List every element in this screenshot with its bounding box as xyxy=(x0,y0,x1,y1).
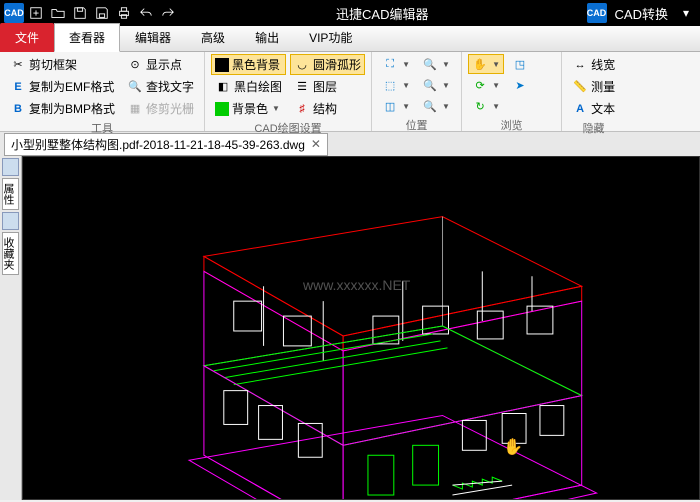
tab-editor[interactable]: 编辑器 xyxy=(120,23,186,52)
app-logo: CAD xyxy=(4,3,24,23)
saveas-icon[interactable] xyxy=(92,3,112,23)
find-text-button[interactable]: 🔍查找文字 xyxy=(123,76,198,97)
rotate-icon: ↻ xyxy=(472,98,488,114)
linew-button[interactable]: ↔线宽 xyxy=(568,54,619,75)
smooth-arc-button[interactable]: ◡圆滑孤形 xyxy=(290,54,365,75)
trim-icon: ▦ xyxy=(127,101,143,117)
group-label-pos: 位置 xyxy=(378,116,455,133)
pan-cursor-icon: ✋ xyxy=(503,437,523,457)
ribbon-group-tools: ✂剪切框架 E复制为EMF格式 B复制为BMP格式 ⊙显示点 🔍查找文字 ▦修剪… xyxy=(0,52,205,131)
cube-button[interactable]: ◳ xyxy=(508,54,532,74)
dropdown-icon[interactable]: ▾ xyxy=(676,3,696,23)
ribbon-group-view: ✋▼ ⟳▼ ↻▼ ◳ ➤ 浏览 xyxy=(462,52,562,131)
side-icon-2[interactable] xyxy=(2,212,19,230)
cad-drawing xyxy=(23,157,699,499)
close-tab-icon[interactable]: ✕ xyxy=(311,137,321,151)
arrow-icon: ➤ xyxy=(512,77,528,93)
pos-btn-2[interactable]: ⬚▼ xyxy=(378,75,414,95)
bmp-icon: B xyxy=(10,101,26,117)
convert-logo-icon: CAD xyxy=(587,3,607,23)
zoomin-btn[interactable]: 🔍▼ xyxy=(418,75,454,95)
tab-viewer[interactable]: 查看器 xyxy=(54,23,120,52)
zoomout-icon: 🔍 xyxy=(422,98,438,114)
ribbon-group-hide: ↔线宽 📏测量 A文本 隐藏 xyxy=(562,52,625,131)
struct-button[interactable]: ♯结构 xyxy=(290,98,365,119)
cube-icon: ◳ xyxy=(512,56,528,72)
group-label-view: 浏览 xyxy=(468,116,555,133)
view3-button[interactable]: ↻▼ xyxy=(468,96,504,116)
struct-icon: ♯ xyxy=(294,101,310,117)
orbit-button[interactable]: ⟳▼ xyxy=(468,75,504,95)
redo-icon[interactable] xyxy=(158,3,178,23)
side-tab-favorites[interactable]: 收藏夹 xyxy=(2,232,19,275)
tab-advanced[interactable]: 高级 xyxy=(186,23,240,52)
chevron-down-icon: ▼ xyxy=(272,104,280,113)
side-panel: 属性 收藏夹 xyxy=(0,156,22,500)
clip-frame-button[interactable]: ✂剪切框架 xyxy=(6,54,119,75)
extent-icon: ⬚ xyxy=(382,77,398,93)
bg-color-button[interactable]: 背景色▼ xyxy=(211,98,286,119)
window-icon: ◫ xyxy=(382,98,398,114)
emf-icon: E xyxy=(10,79,26,95)
copy-emf-button[interactable]: E复制为EMF格式 xyxy=(6,76,119,97)
orbit-icon: ⟳ xyxy=(472,77,488,93)
document-tab[interactable]: 小型别墅整体结构图.pdf-2018-11-21-18-45-39-263.dw… xyxy=(4,133,328,156)
point-icon: ⊙ xyxy=(127,57,143,73)
copy-bmp-button[interactable]: B复制为BMP格式 xyxy=(6,98,119,119)
open-icon[interactable] xyxy=(48,3,68,23)
arc-icon: ◡ xyxy=(294,57,310,73)
app-title: 迅捷CAD编辑器 xyxy=(180,4,585,23)
ruler-icon: 📏 xyxy=(572,79,588,95)
show-points-button[interactable]: ⊙显示点 xyxy=(123,54,198,75)
ribbon: ✂剪切框架 E复制为EMF格式 B复制为BMP格式 ⊙显示点 🔍查找文字 ▦修剪… xyxy=(0,52,700,132)
side-icon-1[interactable] xyxy=(2,158,19,176)
trim-raster-button: ▦修剪光栅 xyxy=(123,98,198,119)
print-icon[interactable] xyxy=(114,3,134,23)
layer-button[interactable]: ☰图层 xyxy=(290,76,365,97)
bw-icon: ◧ xyxy=(215,79,231,95)
workspace: 属性 收藏夹 xyxy=(0,156,700,500)
meas-button[interactable]: 📏测量 xyxy=(568,76,619,97)
cad-convert-button[interactable]: CAD转换 xyxy=(609,4,674,23)
zoomin-icon: 🔍 xyxy=(422,77,438,93)
tab-file[interactable]: 文件 xyxy=(0,23,54,52)
watermark: www.xxxxxx.NET xyxy=(303,277,410,293)
search-icon: 🔍 xyxy=(127,79,143,95)
zoom-btn[interactable]: 🔍▼ xyxy=(418,54,454,74)
group-label-hide: 隐藏 xyxy=(568,119,619,136)
bgcolor-icon xyxy=(215,102,229,116)
tab-vip[interactable]: VIP功能 xyxy=(294,23,367,52)
new-icon[interactable] xyxy=(26,3,46,23)
save-icon[interactable] xyxy=(70,3,90,23)
document-name: 小型别墅整体结构图.pdf-2018-11-21-18-45-39-263.dw… xyxy=(11,136,305,153)
arrow-button[interactable]: ➤ xyxy=(508,75,532,95)
undo-icon[interactable] xyxy=(136,3,156,23)
text-icon: A xyxy=(572,101,588,117)
layer-icon: ☰ xyxy=(294,79,310,95)
ribbon-tabs: 文件 查看器 编辑器 高级 输出 VIP功能 xyxy=(0,26,700,52)
pan-button[interactable]: ✋▼ xyxy=(468,54,504,74)
pos-btn-1[interactable]: ⛶▼ xyxy=(378,54,414,74)
ribbon-group-cad: 黑色背景 ◧黑白绘图 背景色▼ ◡圆滑孤形 ☰图层 ♯结构 CAD绘图设置 xyxy=(205,52,372,131)
zoom-icon: 🔍 xyxy=(422,56,438,72)
bw-plot-button[interactable]: ◧黑白绘图 xyxy=(211,76,286,97)
pos-btn-3[interactable]: ◫▼ xyxy=(378,96,414,116)
side-tab-properties[interactable]: 属性 xyxy=(2,178,19,210)
text-button[interactable]: A文本 xyxy=(568,98,619,119)
fit-icon: ⛶ xyxy=(382,56,398,72)
linew-icon: ↔ xyxy=(572,57,588,73)
zoomout-btn[interactable]: 🔍▼ xyxy=(418,96,454,116)
drawing-viewport[interactable]: www.xxxxxx.NET ✋ xyxy=(22,156,700,500)
ribbon-group-pos: ⛶▼ ⬚▼ ◫▼ 🔍▼ 🔍▼ 🔍▼ 位置 xyxy=(372,52,462,131)
blackbg-icon xyxy=(215,58,229,72)
tab-output[interactable]: 输出 xyxy=(240,23,294,52)
black-bg-button[interactable]: 黑色背景 xyxy=(211,54,286,75)
hand-icon: ✋ xyxy=(472,56,488,72)
scissors-icon: ✂ xyxy=(10,57,26,73)
